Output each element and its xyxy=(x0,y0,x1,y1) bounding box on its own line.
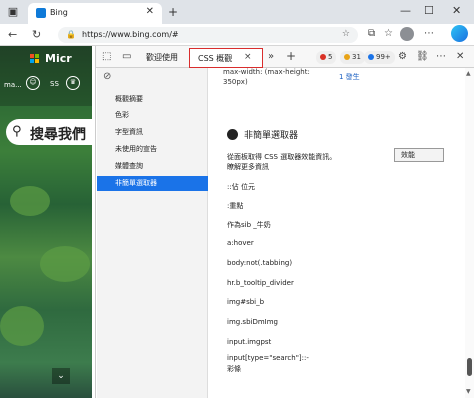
occurrence-link[interactable]: 1 發生 xyxy=(339,72,360,82)
search-placeholder: 搜尋我們 xyxy=(30,127,86,143)
user-icon[interactable]: ☺ xyxy=(26,76,40,90)
error-count: 5 xyxy=(328,53,333,61)
web-page-bing: Micr ma... ☺ SS ♛ ⚲ 搜尋我們 ⌄ xyxy=(0,46,92,398)
url-field[interactable]: 🔒 https://www.bing.com/# ☆ xyxy=(58,27,358,43)
tab-welcome[interactable]: 歡迎使用 xyxy=(146,52,178,63)
content-scrollbar[interactable]: ▲ ▼ xyxy=(465,68,474,398)
more-menu-icon[interactable]: ⋯ xyxy=(424,28,434,39)
tab-title: Bing xyxy=(50,8,68,17)
moss-decoration xyxy=(40,246,90,282)
css-overview-content: max-width: (max-height: 350px) 1 發生 非簡單選… xyxy=(209,68,465,398)
selector-item[interactable]: hr.b_tooltip_divider xyxy=(227,279,294,287)
clear-overview-icon[interactable]: ⊘ xyxy=(103,71,111,82)
sidebar-item-media-queries[interactable]: 媒體查詢 xyxy=(97,159,208,174)
info-icon xyxy=(368,54,374,60)
microsoft-label: Micr xyxy=(45,52,72,65)
favorites-icon[interactable]: ☆ xyxy=(384,28,393,39)
selector-item[interactable]: input[type="search"]::- xyxy=(227,354,309,362)
selector-item[interactable]: body:not(.tabbing) xyxy=(227,259,292,267)
section-description: 從面板取得 CSS 選取器效能資訊。 xyxy=(227,153,337,161)
selector-item[interactable]: 彩條 xyxy=(227,364,241,374)
scroll-down-arrow-icon[interactable]: ▼ xyxy=(466,388,471,395)
scrollbar-thumb[interactable] xyxy=(467,358,472,376)
section-title-text: 非簡單選取器 xyxy=(244,131,299,141)
lock-icon: 🔒 xyxy=(66,30,76,39)
media-query-fragment: max-width: (max-height: xyxy=(223,68,310,76)
scroll-down-icon[interactable]: ⌄ xyxy=(52,368,70,384)
bing-favicon-icon xyxy=(36,8,46,18)
url-text: https://www.bing.com/# xyxy=(82,30,179,39)
close-devtools-icon[interactable]: ✕ xyxy=(456,51,464,62)
bing-copilot-icon[interactable] xyxy=(451,25,468,42)
warning-badge[interactable]: 31 xyxy=(340,51,365,64)
media-query-fragment-2: 350px) xyxy=(223,78,248,86)
warning-count: 31 xyxy=(352,53,361,61)
close-tab-icon[interactable]: × xyxy=(244,52,252,62)
scroll-up-icon[interactable]: ▲ xyxy=(466,70,471,77)
moss-decoration xyxy=(0,306,44,346)
favorite-star-icon[interactable]: ☆ xyxy=(342,29,350,39)
inspect-icon[interactable]: ⬚ xyxy=(102,51,111,62)
browser-tab-bing[interactable]: Bing ✕ xyxy=(28,3,162,24)
ss-label: SS xyxy=(50,80,59,88)
page-link-ma[interactable]: ma... xyxy=(4,81,22,89)
settings-gear-icon[interactable]: ⚙ xyxy=(398,51,407,62)
tab-css-overview-label: CSS 概觀 xyxy=(198,54,233,63)
connections-icon[interactable]: ⛓ xyxy=(416,51,429,62)
selector-item[interactable]: input.imgpst xyxy=(227,338,271,346)
refresh-icon[interactable]: ↻ xyxy=(32,28,41,41)
trophy-icon[interactable]: ♛ xyxy=(66,76,80,90)
section-title: 非簡單選取器 xyxy=(227,128,298,141)
back-icon[interactable]: ← xyxy=(8,28,17,41)
selector-item[interactable]: 作為sib _牛奶 xyxy=(227,220,271,230)
error-badge[interactable]: 5 xyxy=(316,51,337,64)
selector-item[interactable]: a:hover xyxy=(227,239,254,247)
info-badge[interactable]: 99+ xyxy=(364,51,395,64)
close-window-button[interactable]: ✕ xyxy=(452,4,461,17)
info-count: 99+ xyxy=(376,53,391,61)
learn-more-link[interactable]: 瞭解更多資訊 xyxy=(227,162,269,172)
more-tabs-icon[interactable]: » xyxy=(268,51,274,62)
maximize-button[interactable]: ☐ xyxy=(424,4,434,17)
devtools-toolbar: ⬚ ▭ 歡迎使用 CSS 概觀 × » + 5 31 99+ ⚙ ⛓ ⋯ ✕ xyxy=(96,46,474,68)
minimize-button[interactable]: — xyxy=(400,4,411,17)
selector-item[interactable]: img.sbiDmImg xyxy=(227,318,278,326)
bing-search-box[interactable]: ⚲ 搜尋我們 xyxy=(6,119,92,145)
moss-decoration xyxy=(10,186,50,216)
sidebar-item-unused-declarations[interactable]: 未使用的宣告 xyxy=(97,142,208,157)
section-gear-icon xyxy=(227,129,238,140)
add-tab-icon[interactable]: + xyxy=(286,49,296,63)
css-overview-sidebar: ⊘ 概觀摘要 色彩 字型資訊 未使用的宣告 媒體查詢 非簡單選取器 xyxy=(97,68,208,398)
tab-css-overview[interactable]: CSS 概觀 × xyxy=(189,48,263,68)
device-emulation-icon[interactable]: ▭ xyxy=(122,51,131,62)
selector-item[interactable]: ::佔 位元 xyxy=(227,182,255,192)
microsoft-logo-icon xyxy=(30,54,40,64)
devtools-panel: ⬚ ▭ 歡迎使用 CSS 概觀 × » + 5 31 99+ ⚙ ⛓ ⋯ ✕ ⊘… xyxy=(95,46,474,398)
error-icon xyxy=(320,54,326,60)
performance-button[interactable]: 效能 xyxy=(394,148,444,162)
search-icon: ⚲ xyxy=(12,124,22,139)
sidebar-item-overview-summary[interactable]: 概觀摘要 xyxy=(97,92,208,107)
split-screen-icon[interactable]: ⧉ xyxy=(368,28,375,39)
title-bar: ▣ Bing ✕ + — ☐ ✕ xyxy=(0,0,474,24)
new-tab-button[interactable]: + xyxy=(168,5,178,19)
profile-avatar[interactable] xyxy=(400,27,414,41)
warning-icon xyxy=(344,54,350,60)
selector-item[interactable]: :重點 xyxy=(227,201,243,211)
sidebar-item-font-info[interactable]: 字型資訊 xyxy=(97,125,208,140)
devtools-more-icon[interactable]: ⋯ xyxy=(436,51,446,62)
tab-actions-icon[interactable]: ▣ xyxy=(6,5,20,19)
sidebar-item-colors[interactable]: 色彩 xyxy=(97,108,208,123)
selector-item[interactable]: img#sbi_b xyxy=(227,298,264,306)
sidebar-item-non-simple-selectors[interactable]: 非簡單選取器 xyxy=(97,176,208,191)
tab-close-icon[interactable]: ✕ xyxy=(146,6,154,17)
